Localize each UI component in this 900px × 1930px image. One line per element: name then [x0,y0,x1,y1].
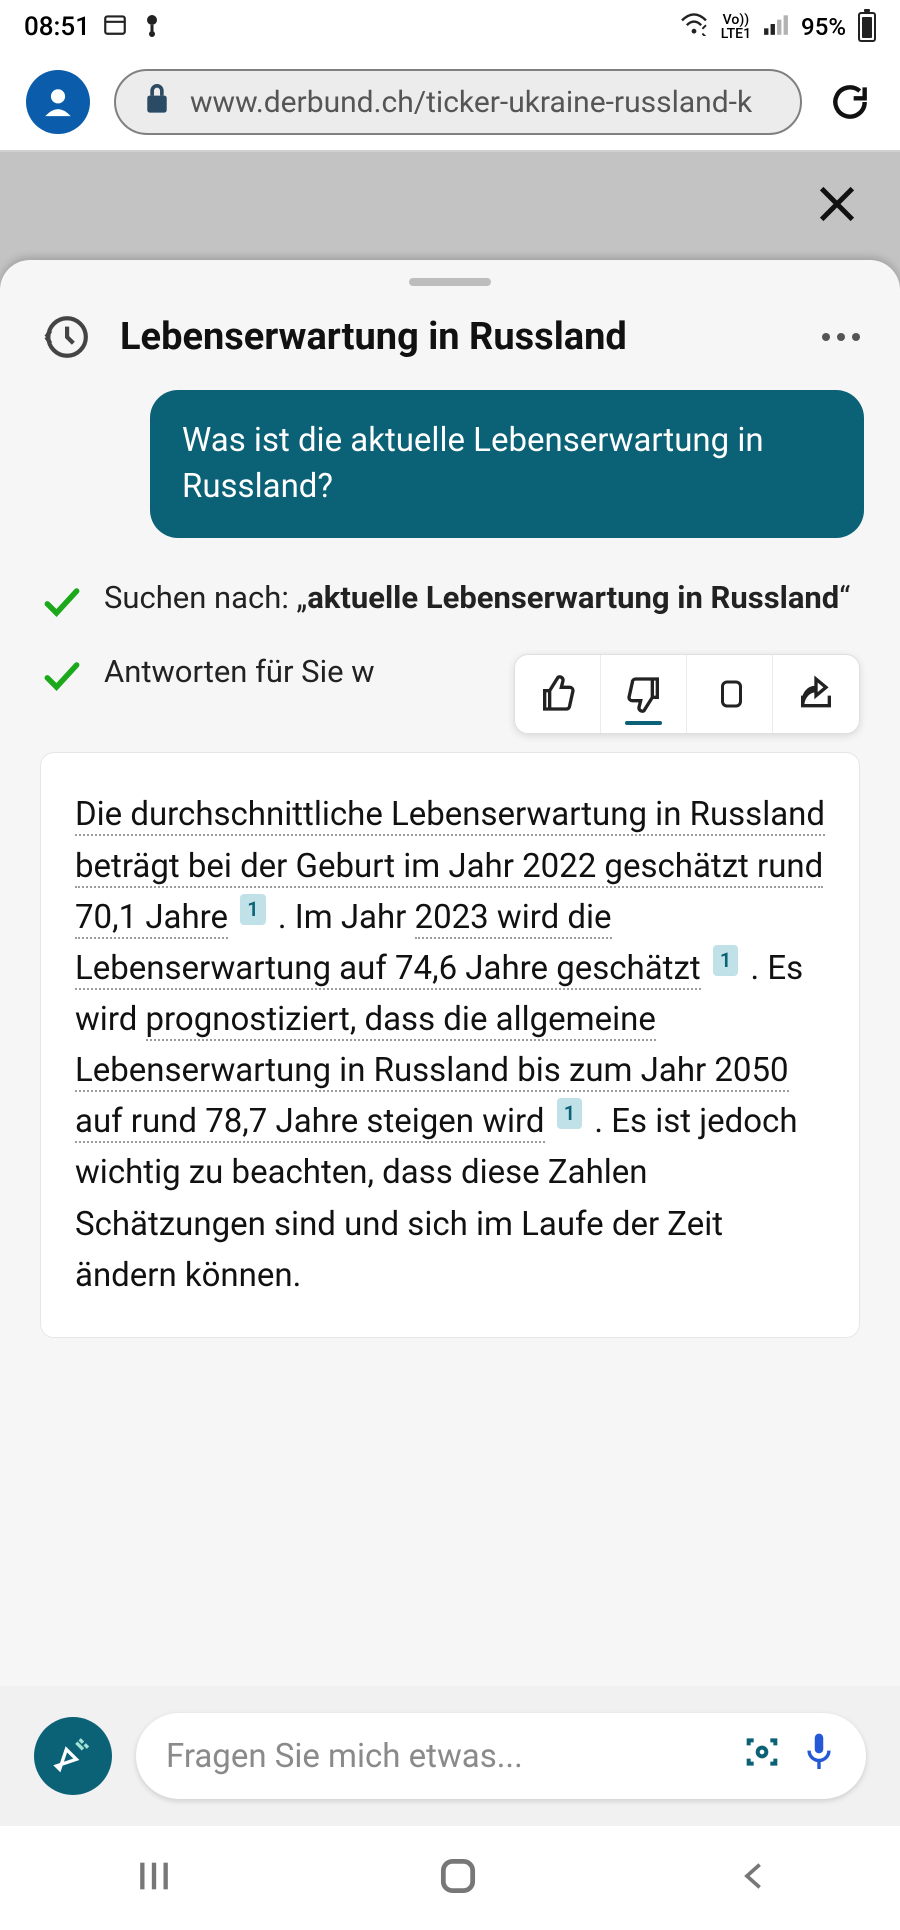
step-suffix: “ [839,579,850,616]
check-icon [40,580,84,628]
new-topic-button[interactable] [34,1717,112,1795]
thumbs-down-button[interactable] [601,655,687,733]
check-icon [40,654,84,702]
camera-ocr-icon[interactable] [742,1732,782,1781]
feedback-toolbar [514,654,860,734]
chat-input[interactable]: Fragen Sie mich etwas... [136,1713,866,1799]
mic-icon[interactable] [802,1730,836,1783]
compose-bar: Fragen Sie mich etwas... [0,1686,900,1826]
thumbs-up-button[interactable] [515,655,601,733]
browser-toolbar: www.derbund.ch/ticker-ukraine-russland-k [0,54,900,152]
url-bar[interactable]: www.derbund.ch/ticker-ukraine-russland-k [114,69,802,135]
assistant-answer: Die durchschnittliche Lebenserwartung in… [40,752,860,1337]
close-strip [0,152,900,260]
calendar-notif-icon [102,11,128,44]
status-bar: 08:51 Vo))LTE1 95% [0,0,900,54]
step-text: Antworten für Sie w [104,650,375,695]
history-icon[interactable] [40,312,90,362]
network-label: Vo))LTE1 [721,13,751,41]
chat-sheet: Lebenserwartung in Russland Was ist die … [0,260,900,1930]
url-text: www.derbund.ch/ticker-ukraine-russland-k [190,85,752,120]
refresh-button[interactable] [826,78,874,126]
clock: 08:51 [24,12,90,42]
weather-notif-icon [140,11,164,44]
battery-icon [858,12,876,42]
answer-plain-1: . Im Jahr [278,898,415,937]
chat-input-placeholder: Fragen Sie mich etwas... [166,1737,722,1776]
user-message: Was ist die aktuelle Lebenserwartung in … [150,390,864,538]
conversation-title: Lebenserwartung in Russland [120,315,792,359]
share-button[interactable] [773,655,859,733]
profile-avatar[interactable] [26,70,90,134]
sheet-handle[interactable] [409,278,491,286]
signal-icon [763,13,789,41]
back-button[interactable] [737,1854,771,1902]
recents-button[interactable] [129,1856,179,1900]
home-button[interactable] [436,1854,480,1902]
step-prefix: Suchen nach: „ [104,579,307,616]
system-nav-bar [0,1826,900,1930]
close-button[interactable] [814,181,860,231]
more-menu-button[interactable] [822,333,860,341]
copy-button[interactable] [687,655,773,733]
search-step: Suchen nach: „aktuelle Lebenserwartung i… [0,572,900,646]
wifi-icon [679,12,709,42]
citation-1[interactable]: 1 [240,894,265,925]
lock-icon [142,81,172,123]
battery-pct: 95% [801,13,846,41]
step-query: aktuelle Lebenserwartung in Russland [307,579,839,616]
citation-3[interactable]: 1 [557,1098,582,1129]
citation-2[interactable]: 1 [713,945,738,976]
